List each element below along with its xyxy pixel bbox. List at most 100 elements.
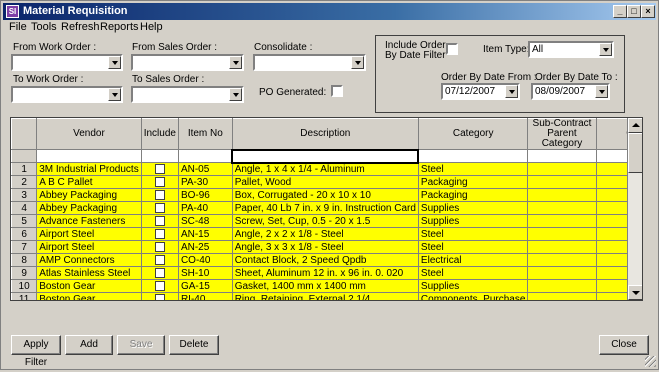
cell-include[interactable] (140, 188, 179, 202)
cell-category[interactable]: Electrical (417, 253, 529, 267)
cell-subcontract[interactable] (527, 227, 597, 241)
cell-vendor[interactable]: AMP Connectors (36, 253, 142, 267)
cell-include[interactable] (140, 175, 179, 189)
include-checkbox[interactable] (154, 228, 165, 239)
row-number[interactable]: 9 (11, 266, 38, 280)
maximize-button[interactable]: □ (627, 5, 641, 18)
to-sales-order-combo[interactable] (131, 86, 244, 103)
cell-subcontract[interactable] (527, 175, 597, 189)
scroll-thumb[interactable] (628, 133, 642, 173)
cell-item-no[interactable]: PA-40 (177, 201, 233, 215)
row-number[interactable]: 7 (11, 240, 38, 254)
menu-reports[interactable]: Reports (100, 21, 139, 33)
filter-cell-vendor[interactable] (36, 149, 142, 163)
table-row[interactable]: 8 AMP Connectors CO-40 Contact Block, 2 Spe… (11, 253, 642, 267)
include-checkbox[interactable] (154, 163, 165, 174)
col-header-subcontract-parent-category[interactable]: Sub-Contract Parent Category (527, 118, 597, 150)
cell-item-no[interactable]: CO-40 (177, 253, 233, 267)
row-number[interactable]: 11 (11, 292, 38, 300)
apply-filter-button[interactable]: Apply Filter (11, 335, 61, 368)
cell-category[interactable]: Supplies (417, 279, 529, 293)
include-checkbox[interactable] (154, 254, 165, 265)
cell-subcontract[interactable] (527, 214, 597, 228)
table-row[interactable]: 11 Boston Gear RI-40 Ring, Retaining, Exter… (11, 292, 642, 300)
chevron-down-icon[interactable] (229, 88, 242, 101)
cell-subcontract[interactable] (527, 162, 597, 176)
cell-item-no[interactable]: AN-25 (177, 240, 233, 254)
cell-item-no[interactable]: GA-15 (177, 279, 233, 293)
cell-item-no[interactable]: RI-40 (177, 292, 233, 300)
cell-item-no[interactable]: PA-30 (177, 175, 233, 189)
minimize-button[interactable]: _ (613, 5, 627, 18)
include-checkbox[interactable] (154, 267, 165, 278)
cell-description[interactable]: Angle, 2 x 2 x 1/8 - Steel (231, 227, 419, 241)
menu-file[interactable]: File (9, 21, 27, 33)
cell-description[interactable]: Sheet, Aluminum 12 in. x 96 in. 0. 020 (231, 266, 419, 280)
row-number[interactable]: 3 (11, 188, 38, 202)
cell-item-no[interactable]: SC-48 (177, 214, 233, 228)
filter-cell-category[interactable] (417, 149, 529, 163)
cell-include[interactable] (140, 227, 179, 241)
table-row[interactable]: 7 Airport Steel AN-25 Angle, 3 x 3 x 1/8 - … (11, 240, 642, 254)
save-button[interactable]: Save (117, 335, 165, 355)
menu-tools[interactable]: Tools (31, 21, 57, 33)
chevron-down-icon[interactable] (599, 43, 612, 56)
scroll-down-icon[interactable] (628, 285, 642, 300)
cell-description[interactable]: Angle, 1 x 4 x 1/4 - Aluminum (231, 162, 419, 176)
row-number[interactable]: 6 (11, 227, 38, 241)
cell-subcontract[interactable] (527, 279, 597, 293)
add-button[interactable]: Add (65, 335, 113, 355)
cell-vendor[interactable]: Atlas Stainless Steel (36, 266, 142, 280)
col-header-description[interactable]: Description (231, 118, 419, 150)
menu-help[interactable]: Help (140, 21, 163, 33)
table-row[interactable]: 6 Airport Steel AN-15 Angle, 2 x 2 x 1/8 - … (11, 227, 642, 241)
cell-vendor[interactable]: Abbey Packaging (36, 201, 142, 215)
cell-vendor[interactable]: 3M Industrial Products (36, 162, 142, 176)
cell-description[interactable]: Box, Corrugated - 20 x 10 x 10 (231, 188, 419, 202)
cell-category[interactable]: Supplies (417, 214, 529, 228)
table-row[interactable]: 5 Advance Fasteners SC-48 Screw, Set, Cup, … (11, 214, 642, 228)
cell-description[interactable]: Paper, 40 Lb 7 in. x 9 in. Instruction C… (231, 201, 419, 215)
chevron-down-icon[interactable] (108, 56, 121, 69)
chevron-down-icon[interactable] (108, 88, 121, 101)
cell-category[interactable]: Steel (417, 240, 529, 254)
item-type-combo[interactable]: All (528, 41, 614, 58)
cell-category[interactable]: Steel (417, 227, 529, 241)
row-number[interactable]: 10 (11, 279, 38, 293)
cell-include[interactable] (140, 253, 179, 267)
requisition-grid[interactable]: Vendor Include Item No Description Categ… (10, 117, 643, 301)
cell-vendor[interactable]: Airport Steel (36, 227, 142, 241)
include-checkbox[interactable] (154, 293, 165, 300)
include-checkbox[interactable] (154, 189, 165, 200)
cell-subcontract[interactable] (527, 201, 597, 215)
menu-refresh[interactable]: Refresh (61, 21, 100, 33)
from-sales-order-combo[interactable] (131, 54, 244, 71)
row-number[interactable]: 4 (11, 201, 38, 215)
row-number[interactable]: 8 (11, 253, 38, 267)
cell-subcontract[interactable] (527, 253, 597, 267)
cell-vendor[interactable]: Boston Gear (36, 292, 142, 300)
cell-item-no[interactable]: SH-10 (177, 266, 233, 280)
cell-category[interactable]: Components, Purchase (417, 292, 529, 300)
title-bar[interactable]: SI Material Requisition _ □ × (3, 3, 656, 20)
table-row[interactable]: 2A B C Pallet PA-30 Pallet, Wood Packaging (11, 175, 642, 189)
cell-item-no[interactable]: AN-05 (177, 162, 233, 176)
cell-description[interactable]: Contact Block, 2 Speed Qpdb (231, 253, 419, 267)
cell-vendor[interactable]: Boston Gear (36, 279, 142, 293)
col-header-include[interactable]: Include (140, 118, 179, 150)
chevron-down-icon[interactable] (229, 56, 242, 69)
filter-cell-include[interactable] (140, 149, 179, 163)
close-window-button[interactable]: × (641, 5, 655, 18)
cell-description[interactable]: Ring, Retaining, External 2 1/4 (231, 292, 419, 300)
include-checkbox[interactable] (154, 176, 165, 187)
row-number[interactable]: 2 (11, 175, 38, 189)
table-row[interactable]: 4 Abbey Packaging PA-40 Paper, 40 Lb 7 in. … (11, 201, 642, 215)
cell-include[interactable] (140, 240, 179, 254)
order-date-to-picker[interactable]: 08/09/2007 (531, 83, 610, 100)
cell-description[interactable]: Screw, Set, Cup, 0.5 - 20 x 1.5 (231, 214, 419, 228)
filter-cell-description[interactable] (231, 148, 420, 164)
include-checkbox[interactable] (154, 280, 165, 291)
row-number[interactable]: 5 (11, 214, 38, 228)
include-checkbox[interactable] (154, 202, 165, 213)
filter-cell-item-no[interactable] (177, 149, 233, 163)
